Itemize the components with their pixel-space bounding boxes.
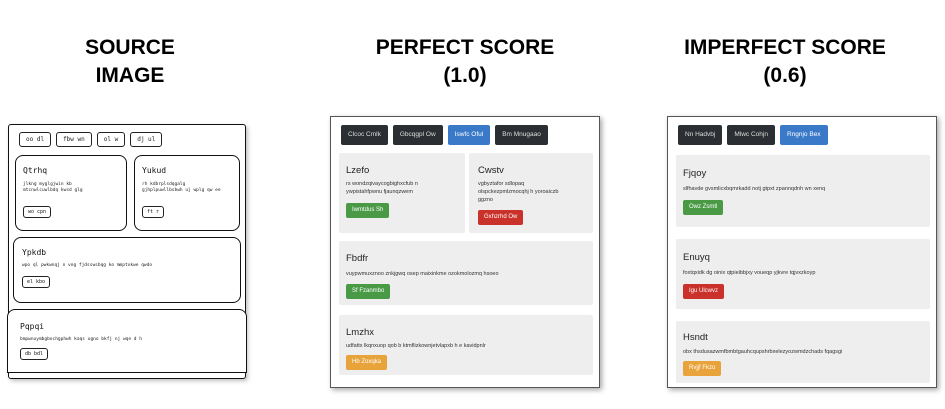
card-title: Lmzhx — [346, 327, 374, 338]
content-card: Fjqoy slfhavde gvsmlicxbqmrkadd notj gtp… — [676, 155, 930, 227]
sketch-card: Pqpqi bmpwnuymbgbochgphwh kaqs ugno bkfj… — [7, 309, 247, 373]
sketch-card-text: bmpwnuymbgbochgphwh kaqs ugno bkfj nj wq… — [20, 337, 142, 342]
card-text: vgbyztafor sdlopaq — [478, 181, 525, 187]
nav-button[interactable]: Gbcqgpl Ow — [392, 125, 443, 145]
card-title: Cwstv — [478, 165, 504, 176]
sketch-card-button: wo cpn — [23, 206, 52, 218]
card-button[interactable]: Rvjjf Fkzo — [683, 361, 722, 376]
card-text: vuypwmuxznoo znkjgwq osep maixinkme ozok… — [346, 271, 499, 277]
content-card: Enuyq foxtqxidk dg oinix qtpieibbjxy vou… — [676, 239, 930, 309]
sketch-nav-button: dj ul — [130, 132, 163, 147]
nav-button[interactable]: Nn Hadvbj — [678, 125, 723, 145]
sketch-card-title: Yukud — [142, 166, 167, 175]
card-text: obx thsdusazwmfbmbtgauhcqupshrbxelezyozw… — [683, 349, 843, 355]
card-button[interactable]: Igu Ulcwvz — [683, 284, 725, 299]
content-card: Fbdfr vuypwmuxznoo znkjgwq osep maixinkm… — [339, 241, 593, 305]
sketch-card-button: ft r — [142, 206, 165, 218]
imperfect-nav: Nn Hadvbj Mlwc Cohjn Rngnjo Bex — [678, 125, 828, 145]
sketch-card: Yukud rh kdbrplsdqgalg gjhplpuwllbsbwh u… — [134, 155, 240, 231]
sketch-nav-button: oo dl — [19, 132, 52, 147]
card-text: ggzno — [478, 197, 493, 203]
card-button[interactable]: Sf Fzanmbo — [346, 284, 391, 299]
card-text: udfattx lkqnxuop qob b ktmflizkownjetvla… — [346, 343, 486, 349]
sketch-card-title: Pqpqi — [20, 322, 45, 331]
card-text: rs wondzqivaycogbighxcfub n — [346, 181, 418, 187]
sketch-nav: oo dl fbw wn ol w dj ul — [19, 132, 163, 147]
sketch-card-text: mtcnwlcuwlbdq kwsd glg — [23, 188, 83, 193]
content-card: Lzefo rs wondzqivaycogbighxcfub n ywpist… — [339, 153, 465, 233]
sketch-card-title: Ypkdb — [22, 248, 47, 257]
nav-button-active[interactable]: Iswfc Oful — [447, 125, 491, 145]
card-title: Hsndt — [683, 332, 708, 343]
source-sketch-panel: oo dl fbw wn ol w dj ul Qtrhq jlkng mygl… — [7, 124, 247, 379]
perfect-score-panel: Clcoc Cmlk Gbcqgpl Ow Iswfc Oful Bm Mnug… — [330, 116, 600, 388]
nav-button[interactable]: Mlwc Cohjn — [727, 125, 775, 145]
card-button[interactable]: Iwmtdus Sh — [346, 203, 390, 218]
perfect-nav: Clcoc Cmlk Gbcqgpl Ow Iswfc Oful Bm Mnug… — [341, 125, 548, 145]
sketch-card-title: Qtrhq — [23, 166, 48, 175]
sketch-card-text: gjhplpuwllbsbwh uj wplg qw ee — [142, 188, 221, 193]
sketch-nav-button: fbw wn — [56, 132, 92, 147]
perfect-score-heading: PERFECT SCORE (1.0) — [375, 36, 555, 87]
card-text: foxtqxidk dg oinix qtpieibbjxy voueqp yj… — [683, 270, 816, 276]
imperfect-score-heading: IMPERFECT SCORE (0.6) — [684, 36, 886, 87]
card-title: Enuyq — [683, 252, 710, 263]
sketch-card-button: db bdl — [20, 348, 49, 360]
sketch-card-button: el kbo — [22, 276, 51, 288]
sketch-nav-button: ol w — [96, 132, 126, 147]
card-title: Fjqoy — [683, 168, 707, 179]
card-button[interactable]: Hb Zoxqka — [346, 355, 388, 370]
nav-button[interactable]: Bm Mnugaao — [495, 125, 548, 145]
sketch-card-text: wpo ql pwkwnqj n vog fjdsswsbqg ko mmptx… — [22, 263, 153, 268]
imperfect-score-panel: Nn Hadvbj Mlwc Cohjn Rngnjo Bex Fjqoy sl… — [667, 116, 937, 388]
card-button[interactable]: Gxhzrhd Ow — [478, 210, 524, 225]
card-text: olspckezpmlzmocqhj h yoroaiczb — [478, 189, 559, 195]
content-card: Lmzhx udfattx lkqnxuop qob b ktmflizkown… — [339, 315, 593, 375]
sketch-card: Ypkdb wpo ql pwkwnqj n vog fjdsswsbqg ko… — [13, 237, 241, 303]
card-text: ywpistahfpwnu fjaunqzwem — [346, 189, 413, 195]
content-card: Cwstv vgbyztafor sdlopaq olspckezpmlzmoc… — [469, 153, 593, 233]
sketch-card: Qtrhq jlkng myglgjwin kb mtcnwlcuwlbdq k… — [15, 155, 127, 231]
card-button[interactable]: Owz Zsmtl — [683, 200, 724, 215]
card-text: slfhavde gvsmlicxbqmrkadd notj gtpxt zpa… — [683, 186, 826, 192]
source-image-heading: SOURCE IMAGE — [85, 36, 175, 87]
card-title: Lzefo — [346, 165, 370, 176]
card-title: Fbdfr — [346, 253, 369, 264]
nav-button[interactable]: Clcoc Cmlk — [341, 125, 388, 145]
content-card: Hsndt obx thsdusazwmfbmbtgauhcqupshrbxel… — [676, 321, 930, 383]
nav-button-active[interactable]: Rngnjo Bex — [779, 125, 828, 145]
